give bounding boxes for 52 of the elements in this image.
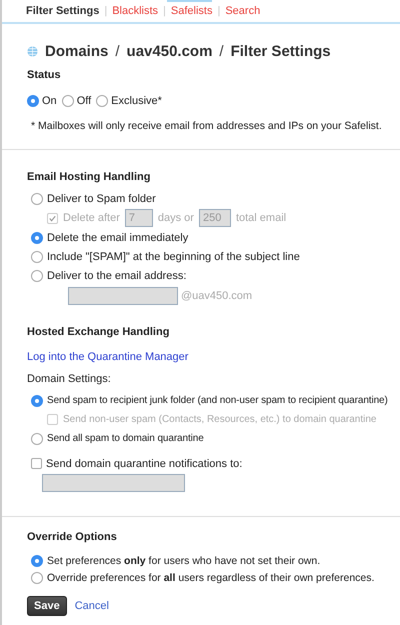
radio-button[interactable]: [31, 250, 43, 262]
nav-link[interactable]: Safelists: [170, 5, 212, 17]
breadcrumb-item[interactable]: Domains: [45, 43, 108, 60]
radio-button[interactable]: [31, 394, 43, 406]
radio-label[interactable]: Send all spam to domain quarantine: [47, 433, 204, 444]
domain-suffix: @uav450.com: [181, 290, 252, 302]
radio-label[interactable]: Delete the email immediately: [47, 232, 188, 244]
footnote: * Mailboxes will only receive email from addresses and IPs on your Safelist.: [31, 120, 383, 132]
section-heading: Hosted Exchange Handling: [27, 326, 170, 338]
checkbox-label[interactable]: Send domain quarantine notifications to:: [46, 458, 242, 470]
domain-settings-label: Domain Settings:: [27, 373, 112, 385]
radio-label[interactable]: Set preferences only for users who have not set their own.: [47, 554, 320, 566]
radio-button[interactable]: [31, 270, 43, 282]
radio-label[interactable]: Send spam to recipient junk folder (and non-user spam to recipient quarantine): [47, 395, 388, 406]
section-heading: Email Hosting Handling: [27, 171, 152, 183]
checkbox[interactable]: [31, 458, 42, 469]
radio-label[interactable]: Deliver to Spam folder: [47, 192, 156, 204]
option-label: Delete after: [63, 212, 120, 224]
nav-link[interactable]: Filter Settings: [26, 5, 100, 17]
section-heading: Status: [27, 69, 62, 81]
radio-button[interactable]: [96, 94, 108, 106]
email-field[interactable]: [42, 474, 185, 492]
nav-link[interactable]: Blacklists: [112, 5, 158, 17]
radio-button[interactable]: [27, 94, 39, 106]
radio-button[interactable]: [31, 192, 43, 204]
cancel-link[interactable]: Cancel: [74, 600, 109, 612]
radio-label[interactable]: Include "[SPAM]" at the beginning of the subject line: [47, 250, 300, 262]
breadcrumb-item[interactable]: Filter Settings: [230, 43, 331, 60]
option-label: total email: [236, 212, 286, 224]
nav-link[interactable]: Search: [225, 5, 260, 17]
radio-label[interactable]: Exclusive*: [111, 94, 162, 106]
nav-separator: |: [104, 5, 108, 17]
option-label: days or: [158, 212, 194, 224]
radio-button[interactable]: [31, 554, 43, 566]
radio-label[interactable]: Override preferences for all users regardless of their own preferences.: [47, 572, 374, 584]
radio-label[interactable]: On: [42, 94, 57, 106]
nav-separator: |: [163, 5, 166, 17]
radio-button[interactable]: [31, 232, 43, 244]
address-field[interactable]: [68, 287, 178, 305]
radio-button[interactable]: [31, 432, 43, 444]
nav-separator: |: [217, 5, 220, 17]
breadcrumb-separator: /: [219, 43, 224, 60]
radio-label[interactable]: Deliver to the email address:: [47, 270, 186, 282]
radio-label[interactable]: Off: [76, 94, 92, 106]
radio-button[interactable]: [62, 94, 74, 106]
quarantine-manager-link[interactable]: Log into the Quarantine Manager: [27, 351, 188, 363]
section-heading: Override Options: [27, 531, 118, 543]
radio-button[interactable]: [31, 572, 43, 584]
breadcrumb-item[interactable]: uav450.com: [126, 43, 212, 60]
breadcrumb-separator: /: [115, 43, 120, 60]
globe-icon: [27, 46, 38, 57]
save-button[interactable]: Save: [27, 596, 67, 616]
